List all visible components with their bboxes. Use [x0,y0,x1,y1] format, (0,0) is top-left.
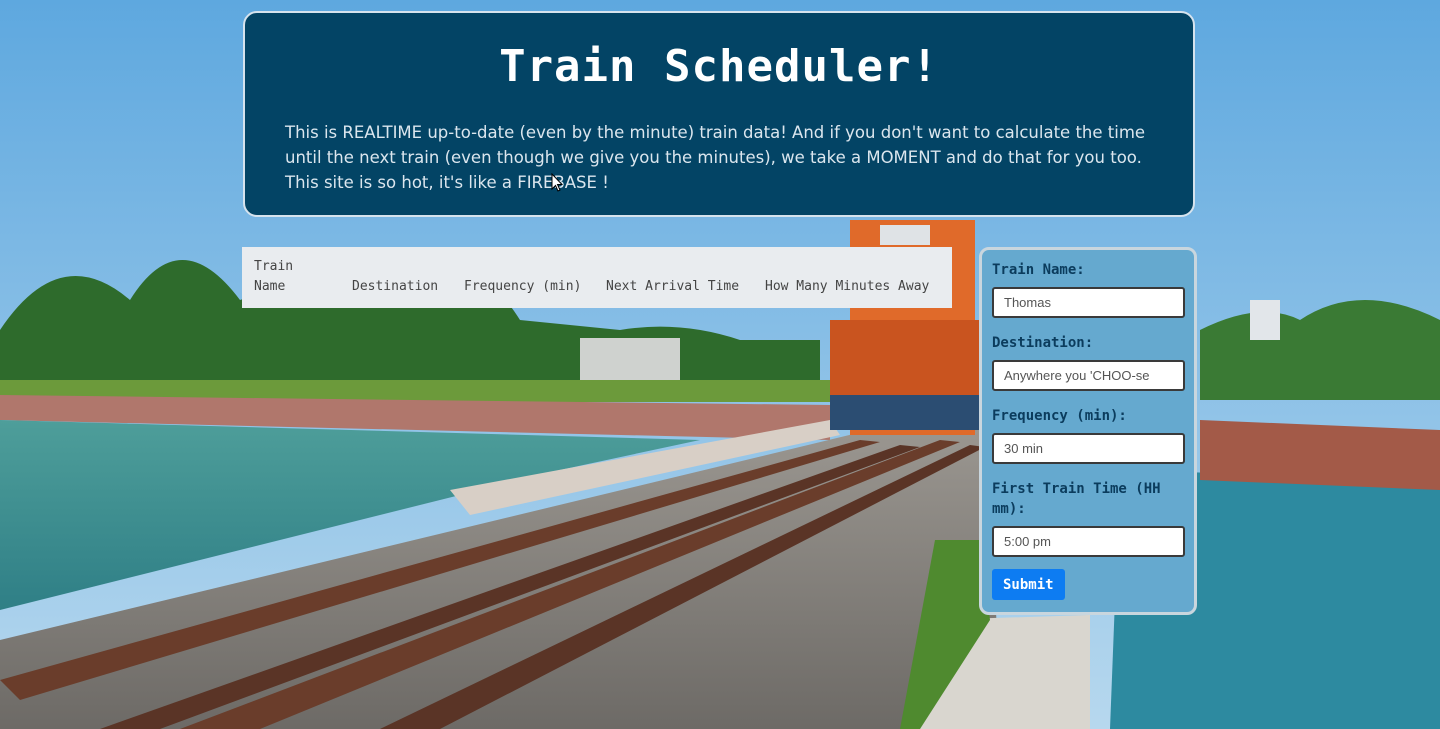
column-header-frequency: Frequency (min) [464,279,582,294]
first-train-time-input[interactable] [992,526,1185,557]
destination-input[interactable] [992,360,1185,391]
frequency-input[interactable] [992,433,1185,464]
column-header-destination: Destination [352,279,439,294]
add-train-form: Train Name: Destination: Frequency (min)… [979,247,1197,615]
column-header-minutes-away: How Many Minutes Away [765,279,930,294]
header-card: Train Scheduler! This is REALTIME up-to-… [243,11,1195,217]
column-header-next-arrival: Next Arrival Time [606,279,740,294]
destination-label: Destination: [992,335,1094,351]
page-title: Train Scheduler! [499,41,939,92]
frequency-label: Frequency (min): [992,408,1127,424]
train-name-input[interactable] [992,287,1185,318]
page-description: This is REALTIME up-to-date (even by the… [285,122,1146,192]
column-header-train-name: Train Name [254,259,294,294]
submit-button[interactable]: Submit [992,569,1065,600]
table-header-row: Train Name Destination Frequency (min) N… [242,247,952,310]
train-name-label: Train Name: [992,262,1085,278]
first-train-time-label: First Train Time (HH mm): [992,481,1161,517]
schedule-table: Train Name Destination Frequency (min) N… [242,247,952,308]
mouse-cursor-icon [551,173,563,192]
